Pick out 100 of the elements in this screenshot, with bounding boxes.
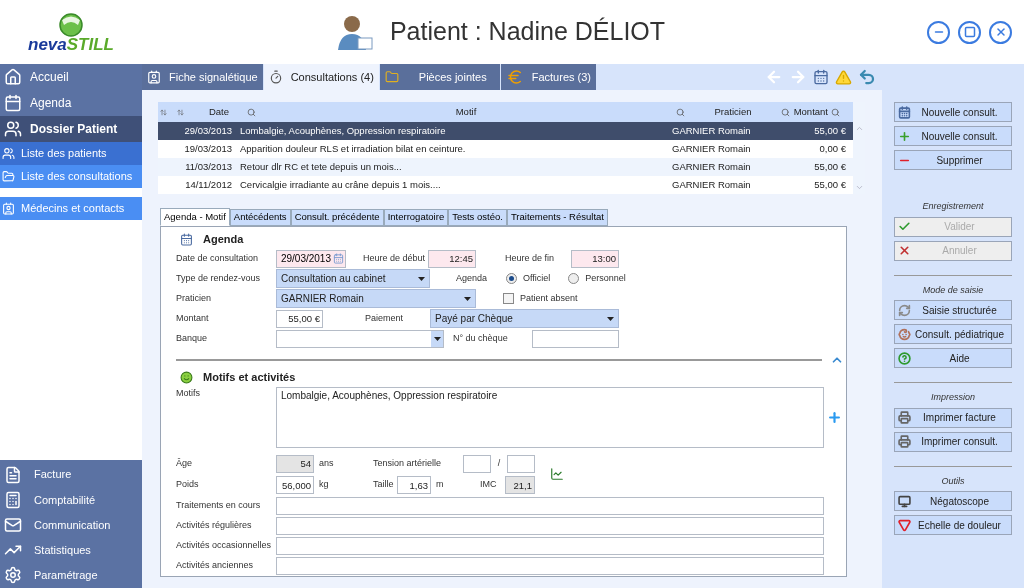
scroll-down-icon[interactable]: [854, 183, 864, 192]
cheque-field[interactable]: [532, 329, 619, 348]
sidebar-item[interactable]: Dossier Patient: [0, 116, 142, 142]
search-icon[interactable]: [781, 107, 790, 117]
chart-icon[interactable]: [550, 467, 564, 481]
search-icon[interactable]: [247, 107, 256, 117]
tab[interactable]: Antécédents: [229, 209, 291, 226]
time-field[interactable]: 12:45: [428, 249, 476, 268]
sidebar-item[interactable]: Comptabilité: [0, 487, 142, 513]
logo-text: neva: [28, 36, 67, 53]
weight-field[interactable]: 56,000: [276, 476, 314, 494]
return-icon[interactable]: [858, 68, 876, 86]
action-button[interactable]: Imprimer consult.: [894, 431, 1012, 452]
column-header[interactable]: Praticien: [685, 104, 781, 120]
age-field[interactable]: 54: [276, 454, 314, 473]
printer-icon: [898, 435, 911, 448]
minimize-button[interactable]: [927, 20, 950, 44]
sidebar-item[interactable]: Agenda: [0, 90, 142, 116]
unit-label: m: [435, 478, 445, 492]
tab[interactable]: Tests ostéo.: [448, 209, 507, 226]
text-field[interactable]: [276, 536, 824, 555]
action-button[interactable]: Supprimer: [894, 150, 1012, 170]
date-field[interactable]: 29/03/2013: [276, 249, 346, 268]
sidebar-item[interactable]: Accueil: [0, 64, 142, 90]
group-title: Mode de saisie: [921, 283, 985, 297]
calendar-icon: [898, 105, 911, 119]
text-field[interactable]: [276, 516, 824, 535]
folder-icon: [2, 170, 15, 183]
warning-icon[interactable]: [835, 68, 852, 86]
search-icon[interactable]: [831, 107, 840, 117]
action-button[interactable]: Imprimer facture: [894, 407, 1012, 428]
height-field[interactable]: 1,63: [397, 476, 431, 494]
folder-icon: [384, 70, 399, 84]
tab[interactable]: Consultations (4): [263, 64, 379, 90]
tension-field[interactable]: [507, 454, 535, 473]
sidebar-item[interactable]: Liste des patients: [0, 142, 142, 165]
field-label: Banque: [176, 332, 209, 346]
checkbox[interactable]: [503, 293, 514, 305]
radio-button[interactable]: [506, 273, 517, 285]
time-field[interactable]: 13:00: [571, 249, 619, 268]
search-icon[interactable]: [676, 107, 685, 117]
tension-field[interactable]: [463, 454, 491, 473]
tab[interactable]: Consult. précédente: [290, 209, 384, 226]
tab[interactable]: Traitements - Résultat: [506, 209, 608, 226]
maximize-button[interactable]: [958, 20, 981, 44]
sort-icon[interactable]: [160, 108, 167, 116]
amount-field[interactable]: 55,00 €: [276, 309, 323, 328]
action-button[interactable]: Aide: [894, 348, 1012, 368]
calendar-icon: [180, 232, 193, 246]
sidebar-item[interactable]: Paramétrage: [0, 562, 142, 588]
bank-select[interactable]: [276, 329, 444, 348]
people-icon: [4, 120, 22, 138]
table-cell-text: Retour dlr RC et tete depuis un mois...: [239, 159, 403, 174]
close-button[interactable]: [989, 20, 1012, 44]
field-label: Date de consultation: [176, 251, 260, 265]
tab[interactable]: Fiche signalétique: [142, 64, 263, 90]
action-button[interactable]: Nouvelle consult.: [894, 102, 1012, 122]
calendar-icon[interactable]: [813, 69, 829, 85]
table-row[interactable]: 14/11/2012 Cervicalgie irradiante au crâne depuis 1 mois.... GARNIER Romain 55,00 €: [158, 176, 853, 194]
add-icon[interactable]: [826, 409, 842, 425]
section-heading: Motifs et activités: [203, 369, 296, 385]
id-card-icon: [147, 70, 161, 84]
table-row[interactable]: 29/03/2013 Lombalgie, Acouphènes, Oppression respiratoire GARNIER Romain 55,00 €: [158, 122, 853, 140]
calendar-icon: [4, 94, 22, 112]
action-button[interactable]: Echelle de douleur: [894, 515, 1012, 535]
payment-select[interactable]: Payé par Chèque: [430, 309, 619, 329]
sidebar-item[interactable]: Communication: [0, 512, 142, 538]
calendar-icon[interactable]: [333, 253, 344, 265]
action-button[interactable]: Saisie structurée: [894, 300, 1012, 320]
action-button[interactable]: Négatoscope: [894, 491, 1012, 511]
sidebar-item[interactable]: Statistiques: [0, 537, 142, 563]
action-button[interactable]: Consult. pédiatrique: [894, 324, 1012, 344]
action-button[interactable]: Nouvelle consult.: [894, 126, 1012, 146]
caret-icon: [464, 296, 471, 301]
tab[interactable]: Pièces jointes: [379, 64, 500, 90]
scroll-up-icon[interactable]: [854, 124, 864, 133]
field-label: Tension artérielle: [373, 456, 443, 470]
close-icon: [898, 244, 911, 257]
tab[interactable]: Interrogatoire: [383, 209, 449, 226]
caret-icon: [433, 336, 441, 341]
text-field[interactable]: [276, 496, 824, 515]
motifs-field[interactable]: Lombalgie, Acouphènes, Oppression respiratoire: [276, 386, 824, 448]
praticien-select[interactable]: GARNIER Romain: [276, 289, 476, 309]
column-header[interactable]: Motif: [256, 104, 676, 120]
column-header[interactable]: Montant: [790, 104, 828, 120]
type-select[interactable]: Consultation au cabinet: [276, 269, 430, 289]
text-field[interactable]: [276, 556, 824, 575]
bmi-field[interactable]: 21,1: [505, 476, 535, 494]
sort-icon[interactable]: [177, 108, 184, 116]
table-row[interactable]: 19/03/2013 Apparition douleur RLS et irradiation bilat en ceinture. GARNIER Romain 0,00 €: [158, 140, 853, 158]
triangle-icon: [898, 518, 911, 532]
field-label: N° du chèque: [453, 332, 509, 346]
envelope-icon: [4, 516, 22, 534]
unit-label: kg: [318, 478, 330, 492]
radio-button[interactable]: [568, 273, 580, 285]
contact-card-icon: [2, 202, 15, 215]
sidebar-item[interactable]: Facture: [0, 462, 142, 488]
column-header[interactable]: Date: [184, 104, 229, 120]
tab[interactable]: Factures (3): [500, 64, 596, 90]
tab[interactable]: Agenda - Motif: [160, 208, 230, 226]
